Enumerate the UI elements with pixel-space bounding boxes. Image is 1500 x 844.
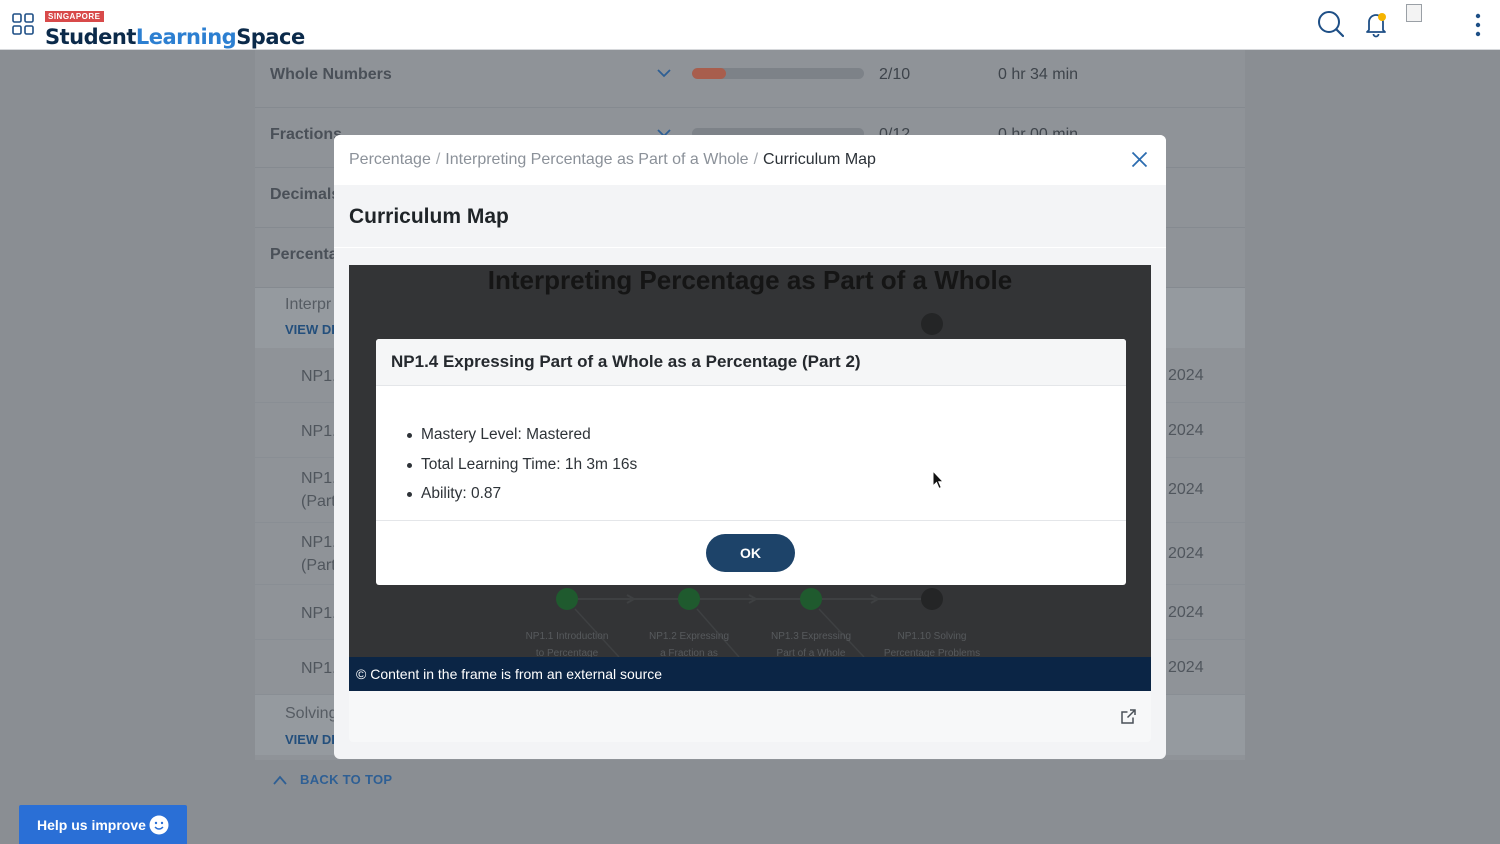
item-date: 2024 — [1168, 481, 1204, 498]
item-date: 2024 — [1168, 367, 1204, 384]
graph-node-label: NP1.2 Expressing a Fraction as — [634, 628, 744, 657]
external-link-icon[interactable] — [1120, 708, 1137, 725]
node-label-line1: NP1.2 Expressing — [648, 631, 730, 642]
progress-bar-fill — [692, 68, 727, 79]
modal-header: Percentage / Interpreting Percentage as Pa… — [334, 135, 1166, 185]
topic-label: Whole Numbers — [270, 66, 392, 83]
detail-mastery-level: Mastery Level: Mastered — [406, 420, 637, 450]
graph-node-label: NP1.3 Expressing Part of a Whole — [756, 628, 866, 657]
breadcrumb-item-interpreting[interactable]: Interpreting Percentage as Part of a Who… — [445, 151, 748, 168]
graph-node-mastered[interactable] — [678, 588, 700, 610]
subsection-title: Interpr — [285, 296, 332, 313]
help-us-improve-button[interactable]: Help us improve — [19, 805, 187, 844]
node-label-line1: NP1.1 Introduction — [525, 631, 609, 642]
close-icon[interactable] — [1131, 151, 1148, 168]
detail-learning-time: Total Learning Time: 1h 3m 16s — [406, 450, 637, 480]
item-label: NP1. — [301, 534, 337, 551]
dialog-title: NP1.4 Expressing Part of a Whole as a Pe… — [391, 352, 861, 371]
topic-row-whole-numbers[interactable]: Whole Numbers 2/10 0 hr 34 min — [255, 48, 1245, 108]
item-label: NP1. — [301, 423, 337, 440]
graph-node-label: NP1.10 Solving Percentage Problems — [877, 628, 987, 657]
brand-word-learning: Learning — [135, 25, 237, 49]
back-to-top-link[interactable]: BACK TO TOP — [272, 772, 392, 787]
detail-ability: Ability: 0.87 — [406, 479, 637, 509]
breadcrumb-separator: / — [435, 151, 441, 168]
node-detail-dialog: NP1.4 Expressing Part of a Whole as a Pe… — [376, 339, 1126, 585]
graph-node[interactable] — [921, 313, 943, 335]
ok-button[interactable]: OK — [706, 534, 795, 572]
more-vertical-icon[interactable] — [1470, 10, 1486, 40]
country-badge: SINGAPORE — [45, 11, 104, 22]
brand-name: StudentLearningSpace — [45, 24, 305, 50]
topic-score: 2/10 — [879, 66, 911, 83]
subsection-title: Solving — [285, 705, 338, 722]
chevron-up-icon — [273, 775, 287, 785]
item-date: 2024 — [1168, 659, 1204, 676]
brand-word-student: Student — [45, 25, 136, 49]
item-label-line2: (Part — [301, 557, 336, 574]
view-details-link[interactable]: VIEW DE — [285, 322, 340, 337]
top-navigation-bar: SINGAPORE StudentLearningSpace — [0, 0, 1500, 50]
item-date: 2024 — [1168, 422, 1204, 439]
graph-node-label: NP1.1 Introduction to Percentage — [512, 628, 622, 657]
chevron-down-icon[interactable] — [657, 66, 671, 80]
node-label-line1: NP1.10 Solving — [897, 631, 967, 642]
item-date: 2024 — [1168, 545, 1204, 562]
topic-time: 0 hr 34 min — [998, 66, 1079, 83]
item-label: NP1. — [301, 470, 337, 487]
node-label-line2: Percentage Problems — [883, 648, 981, 657]
back-to-top-label: BACK TO TOP — [300, 772, 393, 787]
search-icon[interactable] — [1317, 10, 1344, 38]
view-details-link[interactable]: VIEW DE — [285, 732, 340, 747]
mouse-pointer-icon — [932, 470, 944, 490]
modal-title: Curriculum Map — [349, 205, 509, 228]
external-source-notice: © Content in the frame is from an extern… — [349, 657, 1151, 691]
item-label: NP1. — [301, 368, 337, 385]
breadcrumb-item-current: Curriculum Map — [763, 151, 876, 168]
breadcrumb-separator: / — [753, 151, 759, 168]
node-label-line2: to Percentage — [535, 648, 599, 657]
divider — [334, 247, 1166, 248]
item-label: NP1. — [301, 660, 337, 677]
dialog-body: Mastery Level: Mastered Total Learning T… — [376, 386, 1126, 521]
apps-grid-icon[interactable] — [12, 13, 34, 35]
modal-footer — [349, 691, 1151, 742]
node-label-line2: Part of a Whole — [776, 648, 846, 657]
breadcrumb-item-percentage[interactable]: Percentage — [349, 151, 431, 168]
topic-label: Percenta — [270, 246, 338, 263]
detail-list: Mastery Level: Mastered Total Learning T… — [406, 420, 637, 509]
node-label-line1: NP1.3 Expressing — [770, 631, 852, 642]
graph-node-mastered[interactable] — [556, 588, 578, 610]
item-label-line2: (Part — [301, 493, 336, 510]
sls-logo[interactable]: SINGAPORE StudentLearningSpace — [45, 6, 305, 50]
topic-label: Fractions — [270, 126, 343, 143]
dialog-header: NP1.4 Expressing Part of a Whole as a Pe… — [376, 339, 1126, 386]
topic-label: Decimals — [270, 186, 341, 203]
item-date: 2024 — [1168, 604, 1204, 621]
avatar-icon[interactable] — [1406, 4, 1422, 22]
graph-node-mastered[interactable] — [800, 588, 822, 610]
smiley-icon — [149, 815, 169, 835]
bell-icon[interactable] — [1364, 10, 1388, 38]
breadcrumb: Percentage / Interpreting Percentage as Pa… — [349, 151, 876, 169]
help-button-label: Help us improve — [37, 816, 146, 833]
node-label-line2: a Fraction as — [660, 648, 718, 657]
brand-word-space: Space — [236, 25, 305, 49]
progress-bar — [692, 68, 864, 79]
graph-node[interactable] — [921, 588, 943, 610]
item-label: NP1. — [301, 605, 337, 622]
